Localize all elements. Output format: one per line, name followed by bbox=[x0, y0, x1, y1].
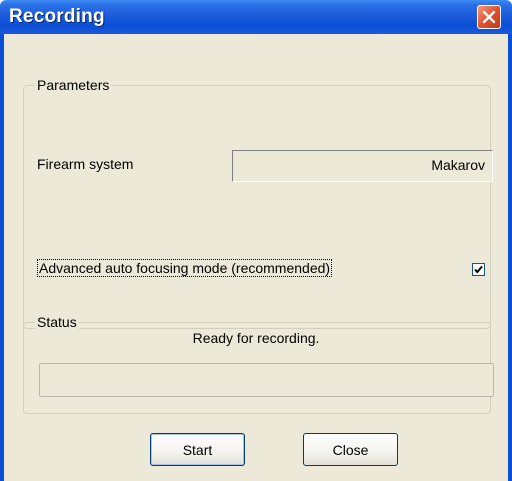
firearm-system-label: Firearm system bbox=[37, 156, 134, 172]
recording-progress-bar bbox=[39, 363, 494, 397]
firearm-system-value: Makarov bbox=[431, 157, 485, 173]
autofocus-mode-label[interactable]: Advanced auto focusing mode (recommended… bbox=[36, 259, 333, 277]
parameters-group-label: Parameters bbox=[35, 77, 112, 93]
close-button-label: Close bbox=[332, 441, 369, 458]
status-group-label: Status bbox=[35, 314, 79, 330]
parameters-group bbox=[23, 85, 491, 329]
dialog-client-area: Parameters Firearm system Makarov Advanc… bbox=[4, 34, 508, 481]
status-message: Ready for recording. bbox=[192, 330, 320, 346]
close-window-button[interactable] bbox=[477, 5, 501, 29]
firearm-system-field: Makarov bbox=[232, 150, 493, 182]
title-bar[interactable]: Recording bbox=[0, 0, 512, 34]
start-button[interactable]: Start bbox=[150, 433, 245, 466]
autofocus-mode-checkbox[interactable] bbox=[472, 263, 485, 276]
close-button[interactable]: Close bbox=[303, 433, 398, 466]
recording-dialog: Recording Parameters Firearm system Maka… bbox=[0, 0, 512, 481]
window-title: Recording bbox=[9, 6, 105, 27]
window-frame-right bbox=[508, 34, 512, 481]
start-button-label: Start bbox=[182, 441, 213, 458]
